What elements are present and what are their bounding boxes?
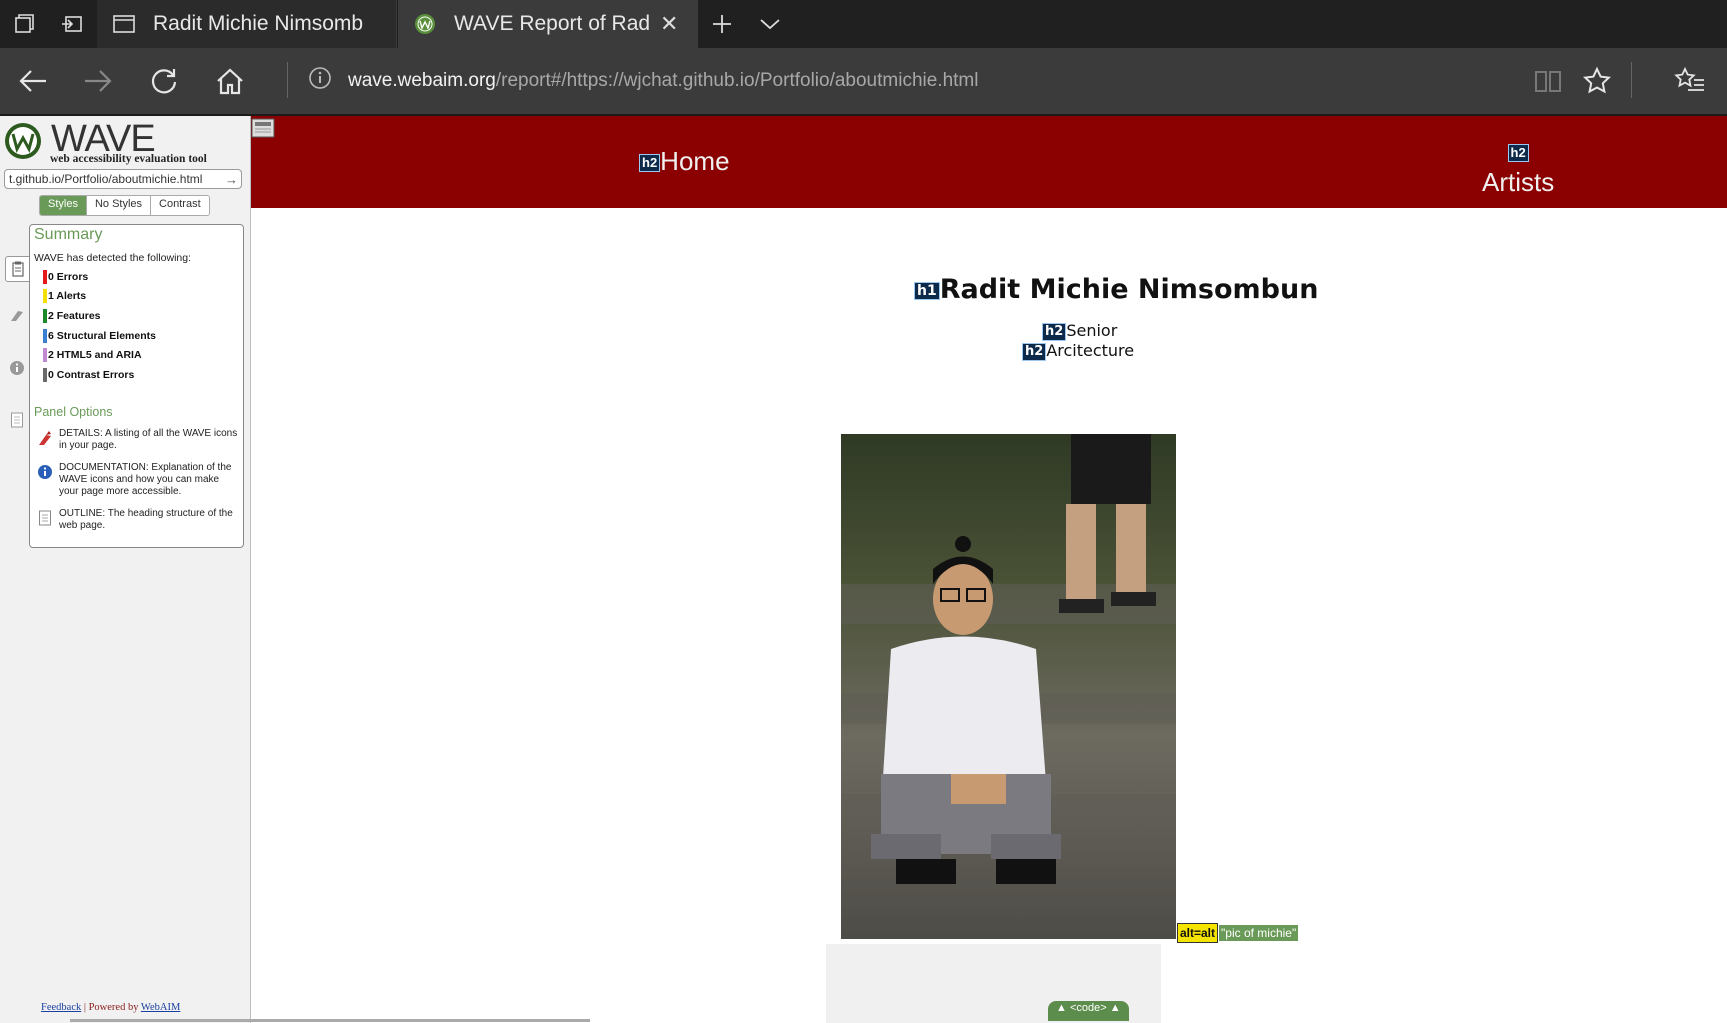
wave-url-input[interactable]: t.github.io/Portfolio/aboutmichie.html → xyxy=(4,169,242,189)
outline-tab-icon[interactable] xyxy=(5,408,29,432)
page-title: h1 Radit Michie Nimsombun xyxy=(914,274,1318,305)
wave-sidebar: WAVE web accessibility evaluation tool t… xyxy=(0,116,251,1023)
wave-logo-subtitle: web accessibility evaluation tool xyxy=(50,153,207,165)
favorites-hub-icon[interactable] xyxy=(1665,56,1715,106)
alt-text-value: "pic of michie" xyxy=(1219,925,1299,941)
styles-button[interactable]: Styles xyxy=(40,196,86,215)
home-icon[interactable] xyxy=(205,56,255,106)
h2-tag: h2 xyxy=(1022,342,1047,361)
set-aside-tabs-icon[interactable] xyxy=(50,0,94,48)
page-icon xyxy=(111,11,137,37)
tab-wave-report[interactable]: WAVE Report of Radit M ✕ xyxy=(398,0,698,48)
details-flag-icon xyxy=(39,431,51,445)
wave-footer: Feedback | Powered by WebAIM xyxy=(41,1002,181,1013)
go-arrow-icon[interactable]: → xyxy=(225,172,241,187)
wave-url-value: t.github.io/Portfolio/aboutmichie.html xyxy=(9,172,203,186)
option-documentation[interactable]: DOCUMENTATION: Explanation of the WAVE i… xyxy=(34,462,239,500)
status-bar xyxy=(43,348,47,362)
wave-favicon-icon xyxy=(412,11,438,37)
status-bar xyxy=(43,368,47,382)
address-host: wave.webaim.org xyxy=(348,70,496,91)
address-path: /report#/https://wjchat.github.io/Portfo… xyxy=(495,70,979,91)
status-bar xyxy=(43,329,47,343)
address-bar[interactable]: wave.webaim.org/report#/https://wjchat.g… xyxy=(308,48,978,114)
favorite-star-icon[interactable] xyxy=(1572,56,1622,106)
divider xyxy=(1631,62,1632,98)
evaluated-page: h2 Home h2 Artists h1 Radit Michie Nimsombu… xyxy=(251,116,1727,1023)
refresh-icon[interactable] xyxy=(139,56,189,106)
details-tab-icon[interactable] xyxy=(5,303,29,327)
tab-title: WAVE Report of Radit M xyxy=(454,12,650,35)
outline-doc-icon xyxy=(39,510,51,526)
count-features[interactable]: 2 Features xyxy=(43,309,101,323)
tab-manager-icon[interactable] xyxy=(2,0,46,48)
code-toggle-button[interactable]: ▲ <code> ▲ xyxy=(1048,1001,1129,1021)
new-tab-icon[interactable] xyxy=(700,0,744,48)
portrait-photo xyxy=(841,434,1176,939)
webaim-link[interactable]: WebAIM xyxy=(141,1002,180,1013)
h2-tag: h2 xyxy=(1507,144,1529,163)
divider xyxy=(287,62,288,98)
subtitle-senior: h2 Senior xyxy=(1042,321,1117,341)
alt-flag-icon: alt=alt xyxy=(1177,923,1219,943)
summary-tab-icon[interactable] xyxy=(5,256,31,282)
navigation-bar: wave.webaim.org/report#/https://wjchat.g… xyxy=(0,48,1727,116)
panel-options-title: Panel Options xyxy=(34,405,113,419)
count-html5-aria[interactable]: 2 HTML5 and ARIA xyxy=(43,348,142,362)
documentation-tab-icon[interactable] xyxy=(5,356,29,380)
detected-text: WAVE has detected the following: xyxy=(34,252,192,264)
status-bar xyxy=(43,289,47,303)
nav-artists-link[interactable]: h2 Artists xyxy=(1482,136,1554,198)
option-outline[interactable]: OUTLINE: The heading structure of the we… xyxy=(34,508,239,534)
nav-home-link[interactable]: h2 Home xyxy=(639,146,730,177)
count-structural[interactable]: 6 Structural Elements xyxy=(43,329,156,343)
count-alerts[interactable]: 1 Alerts xyxy=(43,289,86,303)
site-header: h2 Home h2 Artists xyxy=(251,116,1727,208)
tab-title: Radit Michie Nimsombun xyxy=(153,12,363,35)
h2-tag: h2 xyxy=(1042,322,1067,341)
close-tab-icon[interactable]: ✕ xyxy=(660,11,678,37)
contrast-button[interactable]: Contrast xyxy=(150,196,209,215)
option-details[interactable]: DETAILS: A listing of all the WAVE icons… xyxy=(34,428,239,454)
status-bar xyxy=(43,309,47,323)
forward-icon[interactable] xyxy=(73,56,123,106)
tab-radit[interactable]: Radit Michie Nimsombun xyxy=(97,0,397,48)
subtitle-architecture: h2 Arcitecture xyxy=(1022,341,1134,361)
toggle-panel-icon[interactable] xyxy=(251,118,275,138)
wave-logo-icon xyxy=(5,123,41,159)
wave-logo: WAVE web accessibility evaluation tool xyxy=(4,118,250,165)
reading-view-icon[interactable] xyxy=(1523,56,1573,106)
info-icon xyxy=(38,465,52,479)
site-info-icon[interactable] xyxy=(308,66,332,96)
count-contrast[interactable]: 0 Contrast Errors xyxy=(43,368,134,382)
status-bar xyxy=(43,270,47,284)
tab-bar: Radit Michie Nimsombun WAVE Report of Ra… xyxy=(0,0,1727,48)
h1-tag: h1 xyxy=(914,281,940,300)
alt-annotation[interactable]: alt=alt "pic of michie" xyxy=(1177,921,1299,945)
back-icon[interactable] xyxy=(8,56,58,106)
tab-preview-chevron-icon[interactable] xyxy=(748,0,792,48)
feedback-link[interactable]: Feedback xyxy=(41,1002,81,1013)
summary-panel: Summary WAVE has detected the following:… xyxy=(29,224,244,548)
horizontal-scrollbar[interactable] xyxy=(70,1019,590,1022)
no-styles-button[interactable]: No Styles xyxy=(85,196,151,215)
style-toggle: Styles No Styles Contrast xyxy=(39,195,210,216)
summary-title: Summary xyxy=(34,226,103,243)
count-errors[interactable]: 0 Errors xyxy=(43,270,88,284)
h2-tag: h2 xyxy=(639,154,661,173)
